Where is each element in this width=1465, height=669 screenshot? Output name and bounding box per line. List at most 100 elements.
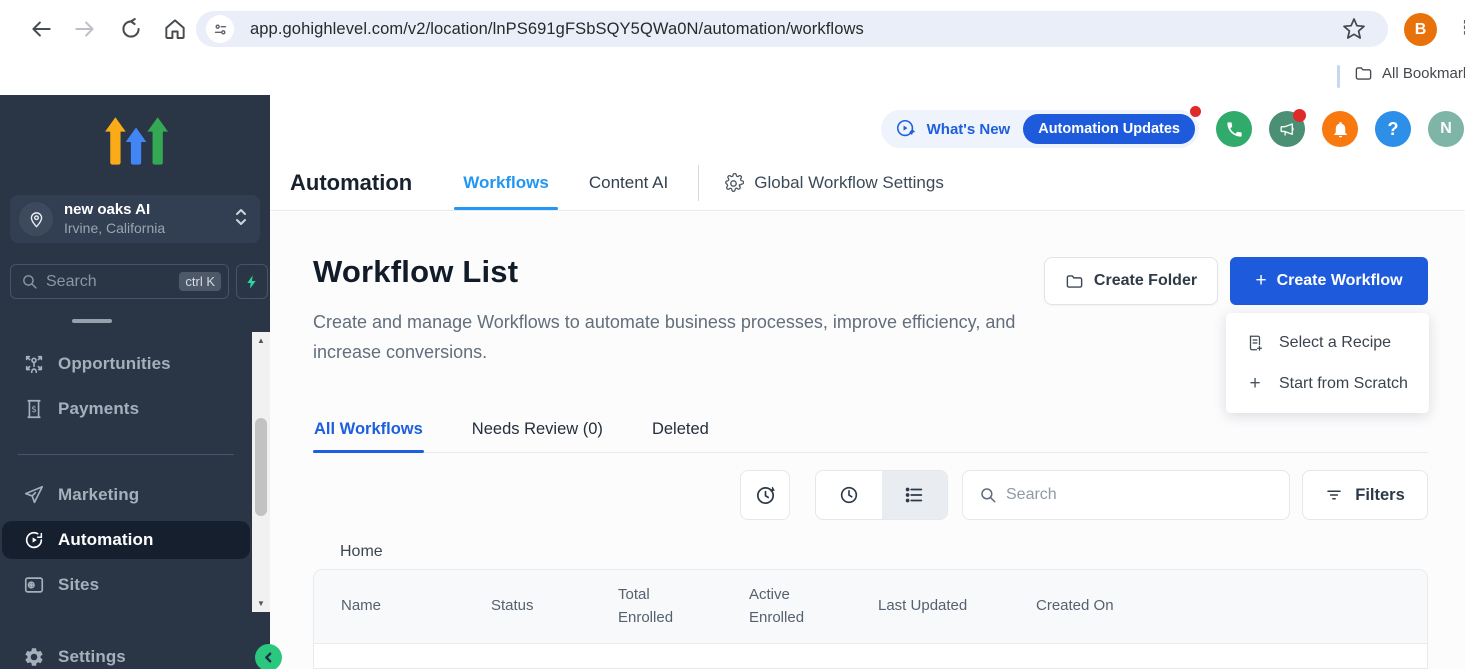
tab-all-workflows[interactable]: All Workflows xyxy=(313,411,424,452)
tab-content-ai[interactable]: Content AI xyxy=(580,156,677,210)
breadcrumb-home[interactable]: Home xyxy=(340,543,383,561)
bell-icon xyxy=(1331,120,1350,139)
menu-item-start-from-scratch[interactable]: + Start from Scratch xyxy=(1226,363,1429,404)
sidebar-item-opportunities[interactable]: Opportunities xyxy=(2,345,250,383)
global-workflow-settings-label: Global Workflow Settings xyxy=(754,173,944,193)
forward-icon[interactable] xyxy=(72,16,98,42)
workflow-tabs: All Workflows Needs Review (0) Deleted xyxy=(313,411,1428,453)
sidebar-collapse-button[interactable] xyxy=(255,644,282,669)
tab-needs-review[interactable]: Needs Review (0) xyxy=(471,411,604,452)
create-folder-label: Create Folder xyxy=(1094,272,1197,290)
filter-icon xyxy=(1325,486,1343,504)
url-text[interactable]: app.gohighlevel.com/v2/location/lnPS691g… xyxy=(250,20,1342,39)
sidebar-item-label: Opportunities xyxy=(58,354,171,374)
column-header-active-enrolled: Active Enrolled xyxy=(749,584,878,629)
bookmark-star-icon[interactable] xyxy=(1342,17,1366,41)
history-clock-icon xyxy=(754,484,777,507)
tab-content-ai-label: Content AI xyxy=(589,173,668,193)
sidebar-item-automation[interactable]: Automation xyxy=(2,521,250,559)
gohighlevel-logo xyxy=(102,113,168,173)
whats-new-pill[interactable]: What's New Automation Updates xyxy=(881,110,1199,148)
main-content: Workflow List Create and manage Workflow… xyxy=(270,212,1465,669)
location-name: new oaks AI xyxy=(64,201,234,220)
sidebar-item-label: Payments xyxy=(58,399,139,419)
search-icon xyxy=(21,273,38,290)
filters-button[interactable]: Filters xyxy=(1302,470,1428,520)
site-info-icon[interactable] xyxy=(206,15,234,43)
menu-item-label: Start from Scratch xyxy=(1279,375,1408,393)
megaphone-icon xyxy=(1278,120,1297,139)
notification-dot xyxy=(1293,109,1306,122)
all-bookmarks-button[interactable]: All Bookmarks xyxy=(1354,64,1465,83)
sidebar-item-label: Settings xyxy=(58,647,126,667)
browser-profile-avatar[interactable]: B xyxy=(1404,13,1437,46)
workflow-search[interactable] xyxy=(962,470,1290,520)
tab-deleted[interactable]: Deleted xyxy=(651,411,710,452)
view-toggle-group xyxy=(815,470,948,520)
phone-button[interactable] xyxy=(1216,111,1252,147)
sidebar: new oaks AI Irvine, California ctrl K Op… xyxy=(0,95,270,669)
sidebar-search-input[interactable] xyxy=(46,273,179,291)
reload-icon[interactable] xyxy=(118,16,144,42)
quick-actions-button[interactable] xyxy=(236,264,268,299)
marketing-icon xyxy=(22,483,46,507)
sidebar-scrollbar[interactable]: ▲ ▼ xyxy=(252,332,270,612)
tab-label: Deleted xyxy=(652,420,709,438)
notifications-button[interactable] xyxy=(1322,111,1358,147)
workflow-list-title: Workflow List xyxy=(313,254,518,290)
gear-icon xyxy=(22,645,46,669)
create-folder-button[interactable]: Create Folder xyxy=(1044,257,1218,305)
back-icon[interactable] xyxy=(28,16,54,42)
sidebar-divider xyxy=(18,454,234,455)
scroll-up-arrow[interactable]: ▲ xyxy=(252,332,270,349)
sidebar-item-settings[interactable]: Settings xyxy=(2,638,250,669)
create-workflow-button[interactable]: + Create Workflow xyxy=(1230,257,1428,305)
scroll-down-arrow[interactable]: ▼ xyxy=(252,595,270,612)
browser-menu-icon[interactable]: ⋮ xyxy=(1456,17,1465,40)
bookmarks-separator xyxy=(1337,65,1340,88)
recent-view-toggle[interactable] xyxy=(816,471,882,519)
automation-icon xyxy=(22,528,46,552)
location-selector[interactable]: new oaks AI Irvine, California xyxy=(10,195,260,243)
workflow-search-input[interactable] xyxy=(1006,486,1289,504)
tab-active-underline xyxy=(454,207,558,210)
column-header-status: Status xyxy=(491,595,618,618)
notification-dot xyxy=(1190,106,1201,117)
folder-icon xyxy=(1354,64,1373,83)
screen: app.gohighlevel.com/v2/location/lnPS691g… xyxy=(0,0,1465,669)
page-title-row: Automation Workflows Content AI Global W… xyxy=(290,156,944,210)
list-view-toggle[interactable] xyxy=(882,471,948,519)
notification-row: What's New Automation Updates ? N xyxy=(881,110,1464,148)
plus-icon: + xyxy=(1246,373,1264,395)
menu-item-label: Select a Recipe xyxy=(1279,334,1391,352)
page-title: Automation xyxy=(290,170,412,196)
browser-toolbar: app.gohighlevel.com/v2/location/lnPS691g… xyxy=(0,0,1465,58)
tab-workflows[interactable]: Workflows xyxy=(454,156,558,210)
plus-icon: + xyxy=(1255,270,1266,292)
user-avatar[interactable]: N xyxy=(1428,111,1464,147)
chevron-left-icon xyxy=(262,651,275,664)
opportunities-icon xyxy=(22,352,46,376)
sidebar-item-marketing[interactable]: Marketing xyxy=(2,476,250,514)
announcements-button[interactable] xyxy=(1269,111,1305,147)
menu-item-select-recipe[interactable]: Select a Recipe xyxy=(1226,322,1429,363)
filters-label: Filters xyxy=(1355,486,1405,505)
sidebar-item-sites[interactable]: Sites xyxy=(2,566,250,604)
home-icon[interactable] xyxy=(162,16,188,42)
location-text: new oaks AI Irvine, California xyxy=(64,201,234,237)
bookmarks-bar: All Bookmarks xyxy=(0,58,1465,95)
scrollbar-thumb[interactable] xyxy=(255,418,267,516)
sidebar-item-payments[interactable]: $ Payments xyxy=(2,390,250,428)
location-pin-icon xyxy=(19,202,53,236)
address-bar[interactable]: app.gohighlevel.com/v2/location/lnPS691g… xyxy=(196,11,1388,47)
lightning-bolt-icon xyxy=(244,274,260,290)
sidebar-search[interactable]: ctrl K xyxy=(10,264,229,299)
tab-active-underline xyxy=(313,450,424,453)
column-header-created-on: Created On xyxy=(1036,595,1114,618)
help-button[interactable]: ? xyxy=(1375,111,1411,147)
automation-updates-badge[interactable]: Automation Updates xyxy=(1023,114,1195,144)
table-header-row: Name Status Total Enrolled Active Enroll… xyxy=(314,570,1427,644)
payments-icon: $ xyxy=(22,397,46,421)
history-button[interactable] xyxy=(740,470,790,520)
global-workflow-settings-link[interactable]: Global Workflow Settings xyxy=(723,173,944,194)
